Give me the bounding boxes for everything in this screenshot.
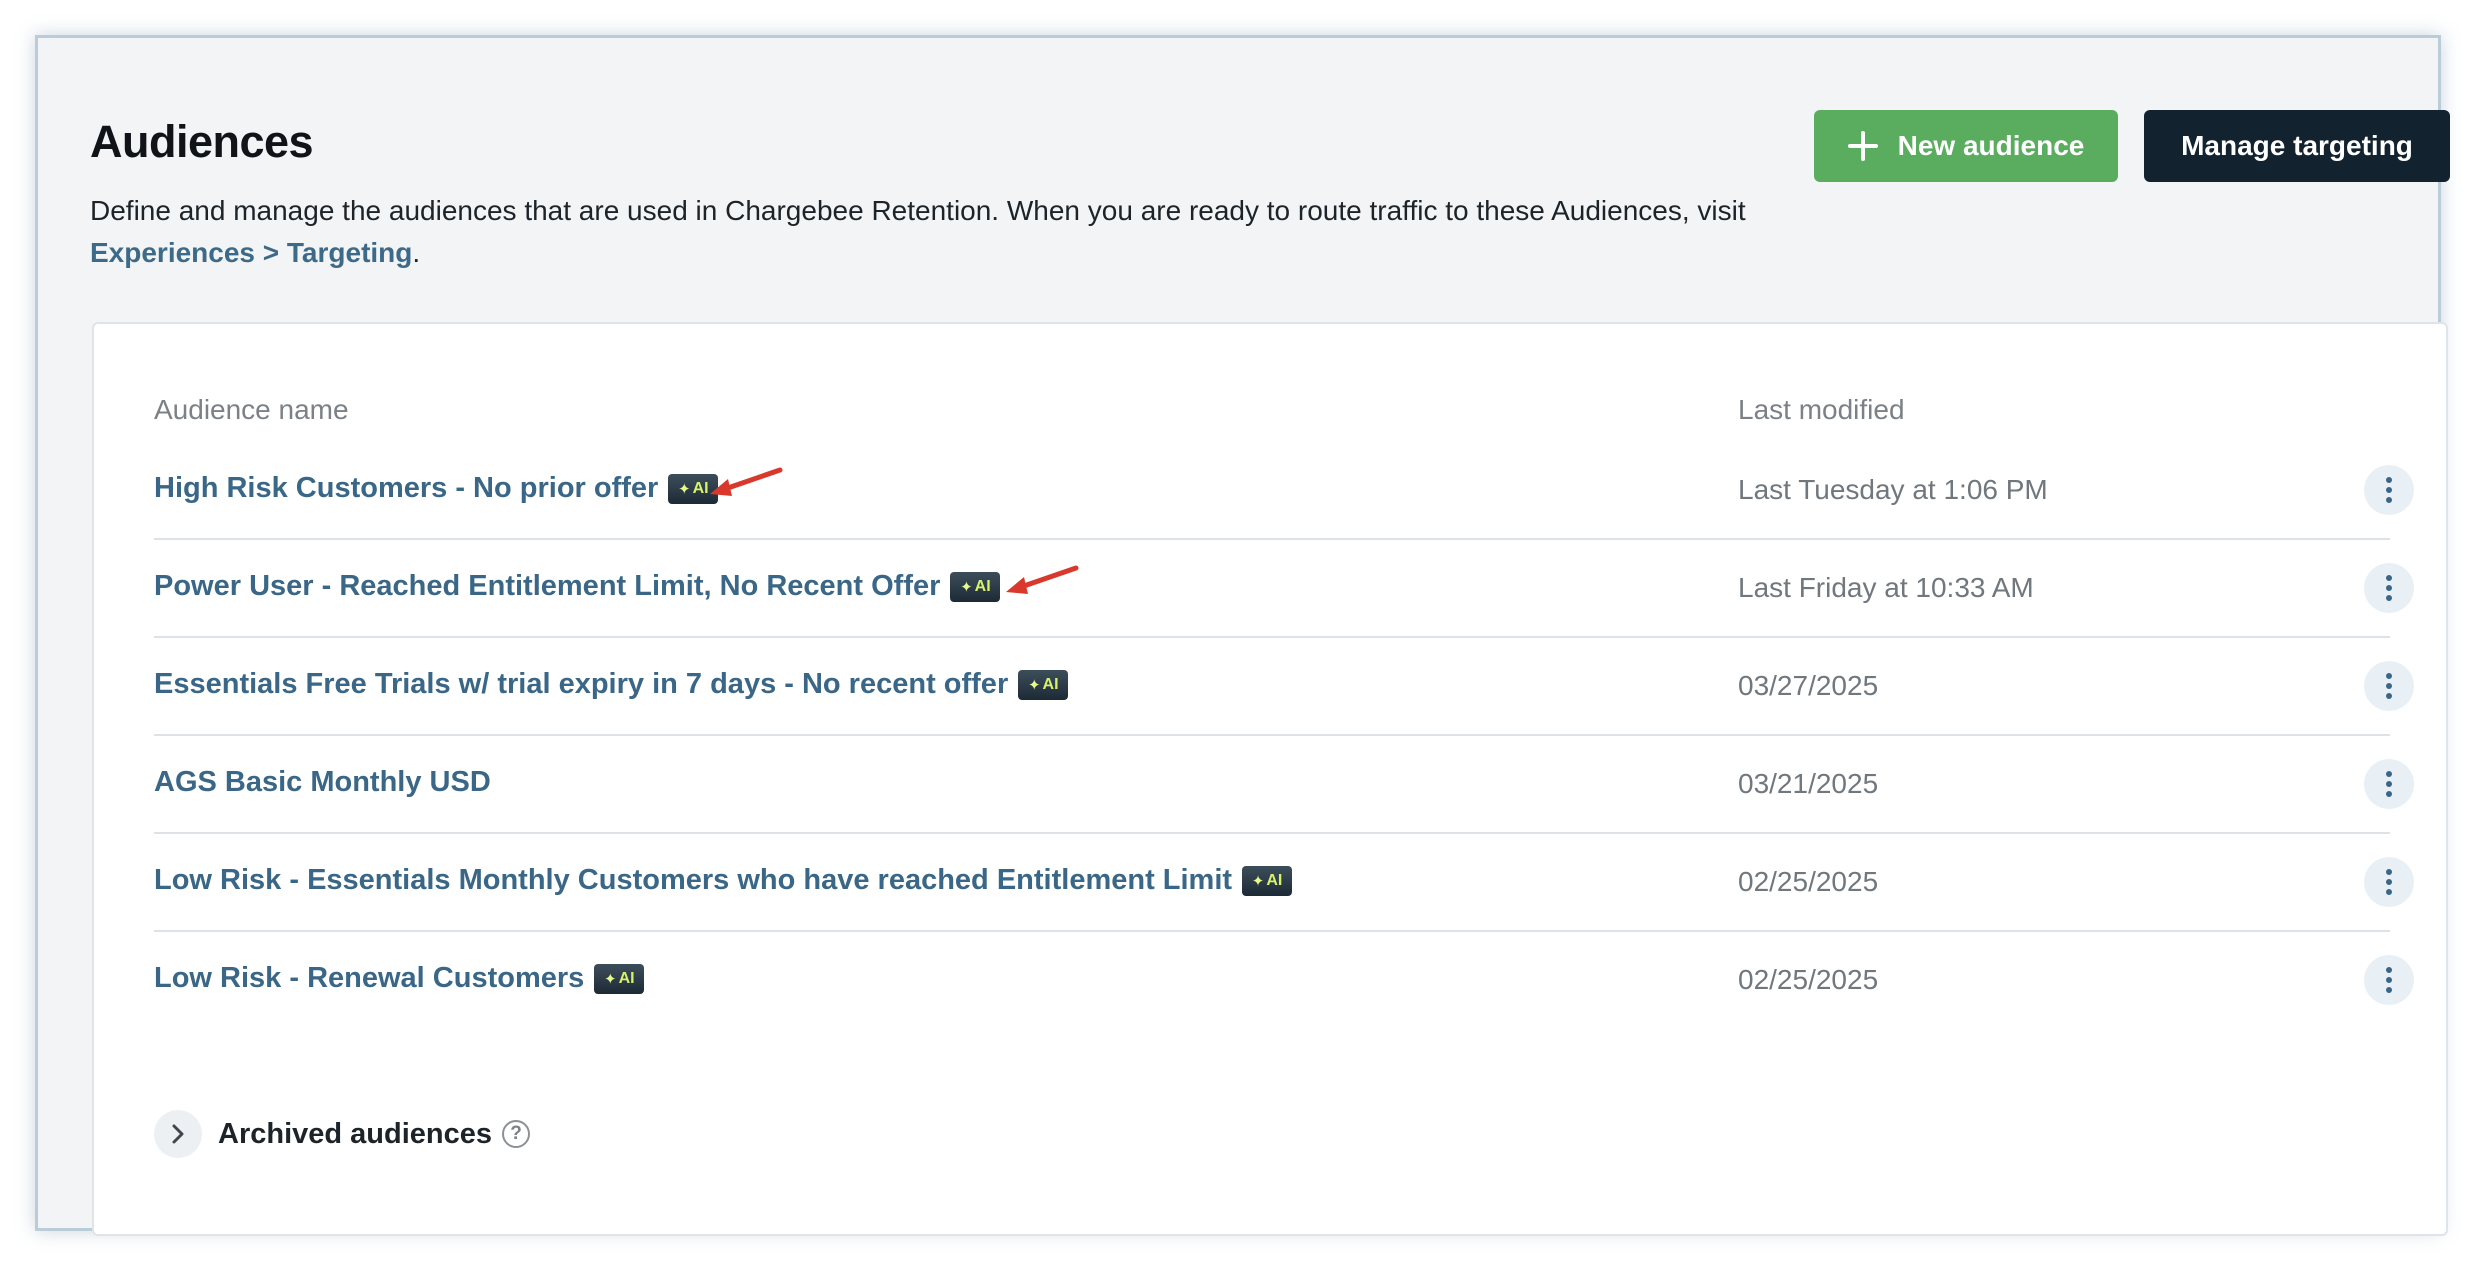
- dot: [2386, 497, 2392, 503]
- audience-name-link[interactable]: Power User - Reached Entitlement Limit, …: [154, 570, 1001, 603]
- more-options-icon[interactable]: [2364, 759, 2414, 809]
- ai-badge: ✦ AI: [594, 963, 645, 994]
- dot: [2386, 487, 2392, 493]
- dot: [2386, 977, 2392, 983]
- ai-badge: ✦ AI: [950, 571, 1001, 602]
- dot: [2386, 595, 2392, 601]
- archived-audiences-label[interactable]: Archived audiences: [218, 1118, 492, 1151]
- audience-name-link[interactable]: AGS Basic Monthly USD: [154, 766, 491, 799]
- dot: [2386, 781, 2392, 787]
- ai-badge: ✦ AI: [1018, 669, 1069, 700]
- dot: [2386, 987, 2392, 993]
- dot: [2386, 771, 2392, 777]
- new-audience-label: New audience: [1897, 130, 2085, 161]
- audience-name: Essentials Free Trials w/ trial expiry i…: [154, 668, 1009, 700]
- annotation-arrow-icon: [710, 467, 783, 496]
- ai-badge-label: AI: [618, 969, 635, 987]
- last-modified: 02/25/2025: [1738, 866, 1879, 897]
- description-text: Define and manage the audiences that are…: [90, 195, 1746, 226]
- annotation-arrow-icon: [1006, 565, 1079, 594]
- sparkle-icon: ✦: [603, 970, 617, 988]
- ai-badge: ✦ AI: [1242, 865, 1293, 896]
- audience-name: Low Risk - Renewal Customers: [154, 962, 585, 994]
- table-row: Essentials Free Trials w/ trial expiry i…: [154, 640, 2414, 736]
- dot: [2386, 879, 2392, 885]
- plus-icon: [1847, 131, 1878, 161]
- description-end: .: [412, 237, 421, 268]
- sparkle-icon: ✦: [1027, 676, 1041, 694]
- manage-targeting-button[interactable]: Manage targeting: [2144, 110, 2450, 182]
- more-options-icon[interactable]: [2364, 661, 2414, 711]
- last-modified: 03/27/2025: [1738, 670, 1879, 701]
- audience-name: High Risk Customers - No prior offer: [154, 472, 659, 504]
- audiences-table: Audience name Last modified High Risk Cu…: [92, 322, 2448, 1236]
- table-row: Low Risk - Essentials Monthly Customers …: [154, 836, 2414, 932]
- more-options-icon[interactable]: [2364, 955, 2414, 1005]
- dot: [2386, 683, 2392, 689]
- dot: [2386, 693, 2392, 699]
- page-title: Audiences: [90, 116, 314, 167]
- last-modified: 03/21/2025: [1738, 768, 1879, 799]
- dot: [2386, 673, 2392, 679]
- last-modified: Last Tuesday at 1:06 PM: [1738, 474, 2048, 505]
- chevron-right-icon[interactable]: [154, 1110, 202, 1158]
- table-row: Low Risk - Renewal Customers ✦ AI 02/25/202…: [154, 934, 2414, 1030]
- archived-audiences-toggle[interactable]: Archived audiences ?: [154, 1110, 530, 1158]
- last-modified: 02/25/2025: [1738, 964, 1879, 995]
- more-options-icon[interactable]: [2364, 563, 2414, 613]
- more-options-icon[interactable]: [2364, 465, 2414, 515]
- column-header-name: Audience name: [154, 394, 349, 425]
- targeting-link[interactable]: Experiences > Targeting: [90, 237, 412, 268]
- page-description: Define and manage the audiences that are…: [90, 190, 1790, 274]
- help-icon[interactable]: ?: [502, 1120, 530, 1148]
- table-row: High Risk Customers - No prior offer ✦ AI L…: [154, 444, 2414, 540]
- audience-name-link[interactable]: Low Risk - Renewal Customers ✦ AI: [154, 962, 645, 995]
- dot: [2386, 889, 2392, 895]
- audience-name-link[interactable]: Low Risk - Essentials Monthly Customers …: [154, 864, 1293, 897]
- dot: [2386, 477, 2392, 483]
- dot: [2386, 575, 2392, 581]
- sparkle-icon: ✦: [678, 480, 691, 498]
- audience-name-link[interactable]: High Risk Customers - No prior offer ✦ AI: [154, 472, 719, 505]
- ai-badge-label: AI: [974, 577, 991, 595]
- sparkle-icon: ✦: [960, 578, 973, 596]
- audience-name: AGS Basic Monthly USD: [154, 766, 491, 798]
- dot: [2386, 869, 2392, 875]
- dot: [2386, 967, 2392, 973]
- audience-name-link[interactable]: Essentials Free Trials w/ trial expiry i…: [154, 668, 1069, 701]
- column-header-modified: Last modified: [1738, 394, 1905, 425]
- table-row: AGS Basic Monthly USD 03/21/2025: [154, 738, 2414, 834]
- more-options-icon[interactable]: [2364, 857, 2414, 907]
- audience-name: Low Risk - Essentials Monthly Customers …: [154, 864, 1233, 896]
- sparkle-icon: ✦: [1251, 872, 1265, 890]
- audience-name: Power User - Reached Entitlement Limit, …: [154, 570, 941, 602]
- ai-badge-label: AI: [1042, 675, 1059, 693]
- last-modified: Last Friday at 10:33 AM: [1738, 572, 2034, 603]
- new-audience-button[interactable]: New audience: [1814, 110, 2118, 182]
- ai-badge-label: AI: [1266, 871, 1283, 889]
- app-window: Audiences Define and manage the audience…: [35, 35, 2450, 1236]
- table-row: Power User - Reached Entitlement Limit, …: [154, 542, 2414, 638]
- dot: [2386, 585, 2392, 591]
- dot: [2386, 791, 2392, 797]
